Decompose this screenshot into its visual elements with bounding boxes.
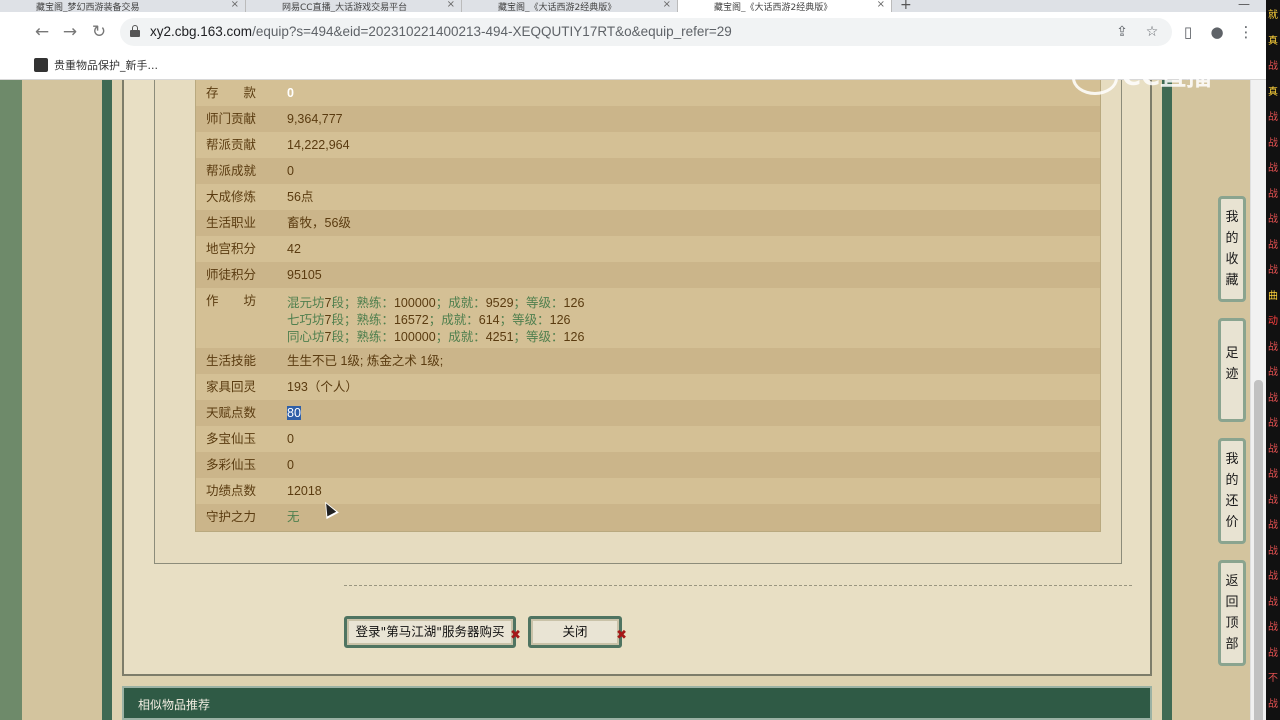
knot-icon: ✖	[510, 628, 521, 643]
strip-item: 战	[1268, 112, 1278, 123]
close-button[interactable]: 关闭 ✖	[528, 616, 627, 648]
browser-toolbar: ← → ↻ xy2.cbg.163.com/equip?s=494&eid=20…	[0, 12, 1280, 52]
scroll-thumb[interactable]	[1254, 380, 1263, 720]
tab-title: 藏宝阁_梦幻西游装备交易	[36, 3, 140, 12]
star-icon[interactable]: ☆	[1142, 22, 1162, 42]
back-to-top-button[interactable]: 返回顶部	[1218, 560, 1246, 666]
minimize-icon[interactable]: —	[1238, 0, 1250, 11]
strip-item: 战	[1268, 214, 1278, 225]
strip-item: 战	[1268, 596, 1278, 608]
selected-text[interactable]: 80	[287, 406, 301, 420]
stat-row-life-profession: 生活职业 畜牧，56级	[196, 210, 1100, 236]
browser-tab-4[interactable]: 藏宝阁_《大话西游2经典版》 ×	[678, 0, 892, 12]
browser-tab-3[interactable]: 藏宝阁_《大话西游2经典版》 ×	[462, 0, 678, 12]
strip-item: 战	[1268, 392, 1278, 404]
divider	[344, 585, 1132, 586]
strip-item: 战	[1268, 520, 1278, 531]
bookmark-favicon-icon	[34, 58, 48, 72]
decorative-border-left	[22, 80, 102, 720]
bookmark-label: 贵重物品保护_新手...	[54, 59, 158, 72]
my-offers-button[interactable]: 我的还价	[1218, 438, 1246, 544]
strip-item: 战	[1268, 137, 1278, 149]
strip-item: 战	[1268, 698, 1278, 710]
tab-title: 藏宝阁_《大话西游2经典版》	[714, 3, 833, 12]
page-scrollbar[interactable]	[1250, 80, 1266, 720]
url-text[interactable]: xy2.cbg.163.com/equip?s=494&eid=20231022…	[150, 24, 732, 39]
stat-table: 存 款0 师门贡献 9,364,777 帮派贡献 14,222,964 帮派成就 0 …	[195, 80, 1101, 532]
strip-item: 战	[1268, 622, 1278, 633]
stat-row-deposit: 存 款0	[196, 80, 1100, 106]
frame-bar-left	[102, 80, 112, 720]
main-panel: 存 款0 师门贡献 9,364,777 帮派贡献 14,222,964 帮派成就 0 …	[112, 80, 1162, 720]
watermark: CC直播	[1072, 56, 1242, 95]
similar-items-header: 相似物品推荐	[122, 686, 1152, 720]
strip-item: 不	[1268, 673, 1278, 684]
footprints-button[interactable]: 足迹	[1218, 318, 1246, 422]
strip-item: 曲	[1268, 290, 1278, 302]
page-content: 存 款0 师门贡献 9,364,777 帮派贡献 14,222,964 帮派成就 0 …	[22, 80, 1258, 720]
tab-title: 网易CC直播_大话游戏交易平台	[282, 3, 408, 12]
detail-frame: 存 款0 师门贡献 9,364,777 帮派贡献 14,222,964 帮派成就 0 …	[122, 80, 1152, 676]
stat-row-cultivation: 大成修炼 56点	[196, 184, 1100, 210]
strip-item: 战	[1268, 61, 1278, 72]
strip-item: 战	[1268, 545, 1278, 557]
stat-row-talent-points: 天赋点数 80	[196, 400, 1100, 426]
strip-item: 战	[1268, 367, 1278, 378]
strip-item: 战	[1268, 469, 1278, 480]
close-icon[interactable]: ×	[877, 0, 885, 10]
strip-item: 战	[1268, 571, 1278, 582]
my-favorites-button[interactable]: 我的收藏	[1218, 196, 1246, 302]
reload-icon[interactable]: ↻	[87, 20, 111, 44]
back-icon[interactable]: ←	[30, 20, 54, 44]
stat-row-dungeon-score: 地宫积分 42	[196, 236, 1100, 262]
forward-icon[interactable]: →	[58, 20, 82, 44]
strip-item: 战	[1268, 341, 1278, 353]
close-icon[interactable]: ×	[447, 0, 455, 10]
cc-logo-icon	[1072, 60, 1118, 95]
strip-item: 战	[1268, 494, 1278, 506]
adjacent-window-strip: 就真战真战战战战战战战曲动战战战战战战战战战战战战战不战	[1266, 0, 1280, 720]
stat-row-sect-contribution: 师门贡献 9,364,777	[196, 106, 1100, 132]
watermark-text: CC直播	[1122, 62, 1213, 92]
browser-tab-2[interactable]: 网易CC直播_大话游戏交易平台 ×	[246, 0, 462, 12]
stat-row-duocai-jade: 多彩仙玉 0	[196, 452, 1100, 478]
knot-icon: ✖	[616, 628, 627, 643]
bookmark-item[interactable]: 贵重物品保护_新手...	[34, 57, 158, 73]
strip-item: 真	[1268, 86, 1278, 98]
stat-row-duobao-jade: 多宝仙玉 0	[196, 426, 1100, 452]
strip-item: 战	[1268, 188, 1278, 200]
close-icon[interactable]: ×	[231, 0, 239, 10]
stat-row-guild-contribution: 帮派贡献 14,222,964	[196, 132, 1100, 158]
strip-item: 真	[1268, 35, 1278, 47]
strip-item: 战	[1268, 163, 1278, 174]
workshop-line: 同心坊7段；熟练：100000；成就：4251；等级：126	[287, 330, 585, 344]
strip-item: 就	[1268, 10, 1278, 21]
stat-row-guild-achievement: 帮派成就 0	[196, 158, 1100, 184]
stat-frame: 存 款0 师门贡献 9,364,777 帮派贡献 14,222,964 帮派成就 0 …	[154, 80, 1122, 564]
strip-item: 动	[1268, 316, 1278, 327]
login-buy-button[interactable]: 登录"第马江湖"服务器购买 ✖	[344, 616, 521, 648]
strip-item: 战	[1268, 443, 1278, 455]
browser-tab-1[interactable]: 藏宝阁_梦幻西游装备交易 ×	[0, 0, 246, 12]
strip-item: 战	[1268, 265, 1278, 276]
tab-strip: 藏宝阁_梦幻西游装备交易 × 网易CC直播_大话游戏交易平台 × 藏宝阁_《大话西游…	[0, 0, 1280, 13]
side-panel-icon[interactable]: ▯	[1176, 20, 1200, 44]
close-icon[interactable]: ×	[663, 0, 671, 10]
strip-item: 战	[1268, 647, 1278, 659]
tab-title: 藏宝阁_《大话西游2经典版》	[498, 3, 617, 12]
stat-row-furniture-spirit: 家具回灵 193（个人）	[196, 374, 1100, 400]
menu-icon[interactable]: ⋮	[1234, 20, 1258, 44]
profile-icon[interactable]: ●	[1205, 20, 1229, 44]
share-icon[interactable]: ⇪	[1112, 22, 1132, 42]
strip-item: 战	[1268, 418, 1278, 429]
address-bar[interactable]: xy2.cbg.163.com/equip?s=494&eid=20231022…	[120, 18, 1172, 46]
strip-item: 战	[1268, 239, 1278, 251]
stat-row-mentor-score: 师徒积分 95105	[196, 262, 1100, 288]
frame-bar-right	[1162, 80, 1172, 720]
stat-row-life-skills: 生活技能 生生不已 1级; 炼金之术 1级;	[196, 348, 1100, 374]
stat-row-workshop: 作 坊 混元坊7段；熟练：100000；成就：9529；等级：126 七巧坊7段…	[196, 288, 1100, 348]
lock-icon[interactable]	[130, 25, 140, 37]
